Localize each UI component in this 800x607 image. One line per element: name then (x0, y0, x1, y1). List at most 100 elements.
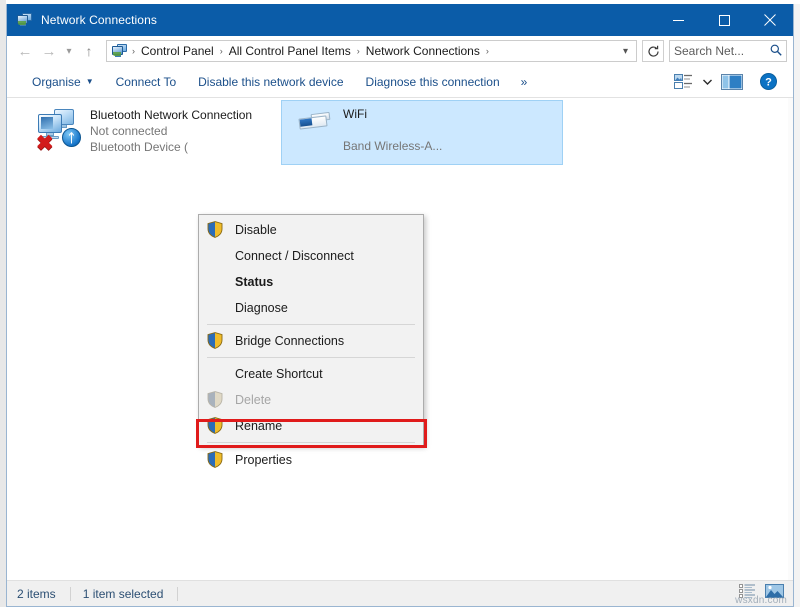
shield-icon (207, 451, 229, 469)
view-options-button[interactable] (669, 70, 697, 94)
menu-item-label: Delete (229, 393, 271, 407)
disable-network-device-button[interactable]: Disable this network device (187, 75, 354, 89)
connection-status: Not connected (90, 124, 252, 138)
refresh-button[interactable] (642, 40, 664, 62)
maximize-icon (719, 15, 730, 26)
connection-status (343, 123, 442, 137)
address-bar[interactable]: › Control Panel › All Control Panel Item… (106, 40, 637, 62)
menu-item-label: Rename (229, 419, 282, 433)
search-icon[interactable] (770, 44, 782, 59)
menu-icon-placeholder (207, 247, 229, 265)
menu-item-label: Disable (229, 223, 277, 237)
menu-item-label: Create Shortcut (229, 367, 323, 381)
forward-arrow-icon[interactable]: → (37, 39, 61, 63)
navigation-bar: ← → ▾ ↑ › Control Panel › All Control Pa… (7, 36, 793, 66)
refresh-icon (647, 45, 660, 58)
context-menu: Disable Connect / Disconnect Status Diag… (198, 214, 424, 446)
connection-text-bluetooth: Bluetooth Network Connection Not connect… (86, 106, 252, 154)
menu-item-diagnose[interactable]: Diagnose (199, 295, 423, 321)
status-divider (177, 587, 178, 601)
help-button[interactable]: ? (755, 70, 781, 94)
breadcrumb-all-control-panel-items[interactable]: All Control Panel Items (224, 44, 356, 58)
breadcrumb-control-panel[interactable]: Control Panel (136, 44, 219, 58)
organise-label: Organise (32, 75, 81, 89)
network-connections-icon (17, 12, 33, 28)
bluetooth-network-adapter-icon: ᛏ ✖ (34, 106, 86, 154)
toolbar-overflow-button[interactable]: » (511, 75, 538, 89)
menu-item-rename[interactable]: Rename (199, 413, 423, 439)
svg-text:?: ? (765, 77, 772, 89)
address-network-connections-icon (112, 43, 128, 59)
search-input[interactable]: Search Net... (674, 44, 770, 58)
connection-text-wifi: WiFi Band Wireless-A... (339, 105, 442, 153)
selection-label: 1 item selected (83, 587, 176, 601)
view-options-chevron-button[interactable] (699, 70, 715, 94)
preview-pane-icon (721, 74, 743, 90)
command-bar-right-group: ? (669, 70, 793, 94)
menu-item-label: Bridge Connections (229, 334, 344, 348)
menu-icon-placeholder (207, 365, 229, 383)
menu-item-disable[interactable]: Disable (199, 217, 423, 243)
connection-device: Bluetooth Device ( (90, 140, 252, 154)
preview-pane-button[interactable] (717, 70, 747, 94)
breadcrumb-network-connections[interactable]: Network Connections (361, 44, 485, 58)
view-options-icon (674, 73, 693, 90)
address-chevron-down-icon[interactable]: ▾ (617, 46, 634, 57)
organise-button[interactable]: Organise ▼ (21, 75, 105, 89)
connection-device: Band Wireless-A... (343, 139, 442, 153)
title-bar: Network Connections (7, 4, 793, 36)
help-icon: ? (760, 73, 777, 90)
connect-to-label: Connect To (116, 75, 177, 89)
menu-item-create-shortcut[interactable]: Create Shortcut (199, 361, 423, 387)
shield-icon (207, 417, 229, 435)
close-button[interactable] (747, 4, 793, 36)
menu-item-label: Diagnose (229, 301, 288, 315)
menu-item-connect-disconnect[interactable]: Connect / Disconnect (199, 243, 423, 269)
menu-separator (207, 357, 415, 358)
menu-item-properties[interactable]: Properties (199, 446, 423, 473)
back-arrow-icon[interactable]: ← (13, 39, 37, 63)
maximize-button[interactable] (701, 4, 747, 36)
shield-icon (207, 391, 229, 409)
minimize-button[interactable] (655, 4, 701, 36)
window-title: Network Connections (41, 13, 157, 27)
connect-to-button[interactable]: Connect To (105, 75, 188, 89)
menu-item-status[interactable]: Status (199, 269, 423, 295)
close-icon (764, 14, 776, 26)
menu-item-label: Status (229, 275, 273, 289)
shield-icon (207, 221, 229, 239)
error-x-icon: ✖ (36, 133, 54, 154)
disable-network-device-label: Disable this network device (198, 75, 343, 89)
breadcrumb-separator: › (485, 47, 490, 56)
menu-item-label: Properties (229, 453, 292, 467)
minimize-icon (673, 15, 684, 26)
chevron-down-icon (703, 79, 712, 85)
search-box[interactable]: Search Net... (669, 40, 787, 62)
up-arrow-icon[interactable]: ↑ (77, 39, 101, 63)
menu-item-bridge-connections[interactable]: Bridge Connections (199, 328, 423, 354)
item-count-label: 2 items (17, 587, 68, 601)
menu-icon-placeholder (207, 299, 229, 317)
bluetooth-badge-icon: ᛏ (62, 128, 81, 147)
connection-name: WiFi (343, 107, 442, 121)
menu-separator (207, 324, 415, 325)
connection-name: Bluetooth Network Connection (90, 108, 252, 122)
menu-item-delete: Delete (199, 387, 423, 413)
command-bar: Organise ▼ Connect To Disable this netwo… (7, 66, 793, 98)
recent-locations-chevron-down-icon[interactable]: ▾ (61, 39, 77, 63)
diagnose-connection-button[interactable]: Diagnose this connection (355, 75, 511, 89)
window-controls (655, 4, 793, 36)
menu-icon-placeholder (207, 273, 229, 291)
connections-list: ᛏ ✖ Bluetooth Network Connection Not con… (7, 98, 793, 580)
screenshot-root: Network Connections (0, 0, 800, 607)
network-connections-window: Network Connections (6, 4, 794, 607)
vertical-scrollbar[interactable] (788, 98, 793, 580)
chevron-down-icon: ▼ (86, 77, 94, 86)
menu-separator (207, 442, 415, 443)
wireless-adapter-icon (287, 105, 339, 153)
menu-item-label: Connect / Disconnect (229, 249, 354, 263)
status-divider (70, 587, 71, 601)
connection-item-wifi[interactable]: WiFi Band Wireless-A... (281, 100, 563, 165)
status-bar: 2 items 1 item selected (7, 580, 793, 606)
connection-item-bluetooth[interactable]: ᛏ ✖ Bluetooth Network Connection Not con… (29, 102, 257, 158)
